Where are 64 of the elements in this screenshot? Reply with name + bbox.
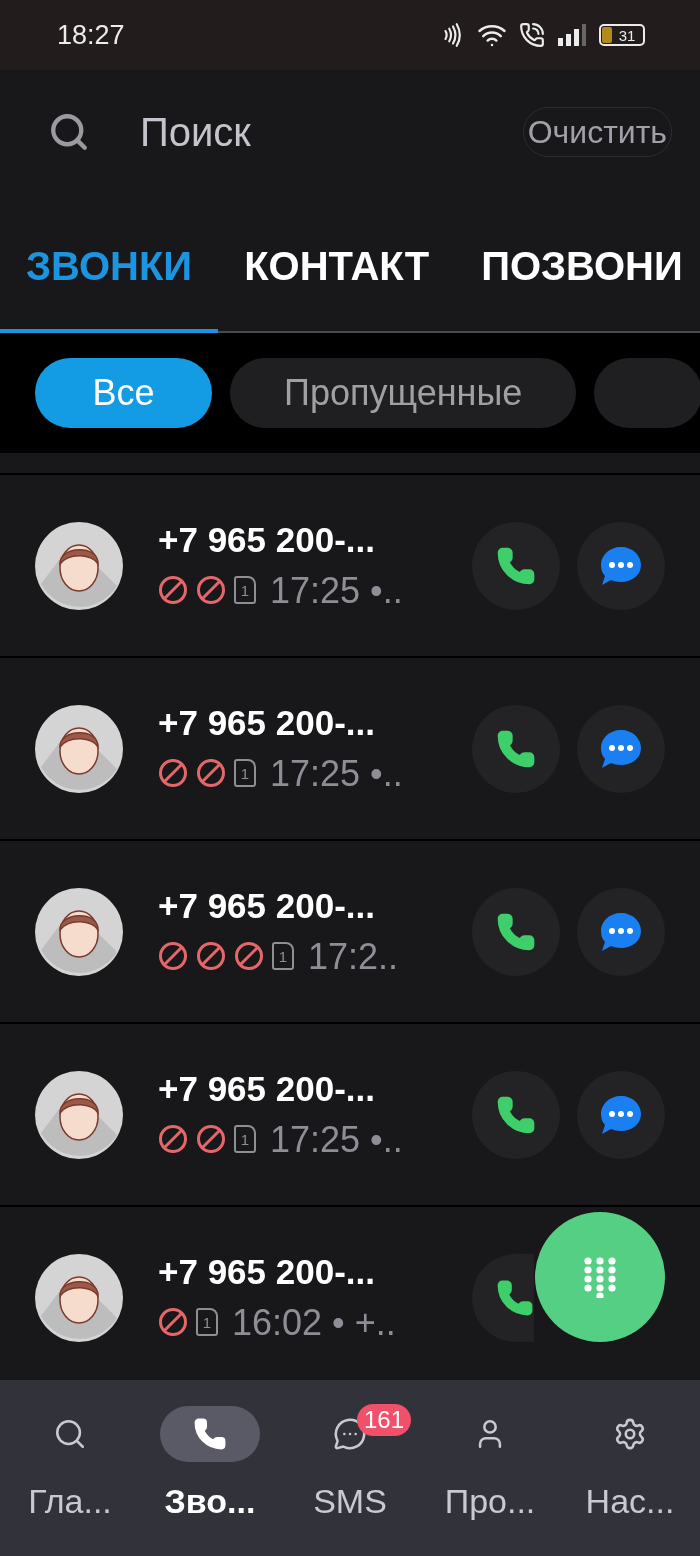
blocked-icon	[234, 941, 264, 972]
avatar-icon	[35, 887, 123, 976]
call-details: 17:25 •..	[270, 751, 403, 796]
tab[interactable]: ПОЗВОНИ	[455, 233, 700, 333]
chat-bubble-icon	[599, 1093, 643, 1136]
wifi-call-icon	[519, 22, 545, 48]
phone-icon	[496, 911, 536, 952]
blocked-icon	[158, 941, 188, 972]
call-details: 17:25 •..	[270, 1117, 403, 1162]
signal-icon	[557, 23, 587, 47]
chat-bubble-icon	[599, 544, 643, 587]
blocked-icon	[158, 1307, 188, 1338]
phone-icon	[193, 1417, 227, 1451]
phone-number: +7 965 200-...	[158, 1251, 376, 1294]
dialpad-icon	[582, 1256, 618, 1298]
call-button[interactable]	[472, 1253, 534, 1342]
search-icon	[48, 111, 90, 153]
avatar-icon	[35, 1070, 123, 1159]
chat-bubble-icon	[599, 727, 643, 770]
call-row[interactable]: +7 965 200-... 1 17:2..	[0, 841, 700, 1022]
sim-icon: 1	[196, 1308, 218, 1337]
blocked-icon	[196, 758, 226, 789]
chat-icon	[333, 1417, 367, 1451]
call-details: 16:02 • +..	[232, 1300, 396, 1345]
phone-number: +7 965 200-...	[158, 702, 376, 745]
avatar-icon	[35, 1253, 123, 1342]
nav-item[interactable]: Нас...	[560, 1406, 700, 1527]
sim-icon: 1	[272, 942, 294, 971]
blocked-icon	[196, 1124, 226, 1155]
call-row[interactable]: +7 965 200-... 1 17:25 •..	[0, 475, 700, 656]
avatar-icon	[35, 704, 123, 793]
sim-icon: 1	[234, 759, 256, 788]
status-time: 18:27	[57, 18, 125, 52]
call-details: 17:25 •..	[270, 568, 403, 613]
phone-number: +7 965 200-...	[158, 519, 376, 562]
filter-chip[interactable]: Пропущенные	[230, 358, 577, 428]
sim-icon: 1	[234, 1125, 256, 1154]
phone-icon	[496, 728, 536, 769]
search-icon	[53, 1417, 87, 1451]
sim-icon: 1	[234, 576, 256, 605]
phone-icon	[496, 1094, 536, 1135]
chat-bubble-icon	[599, 910, 643, 953]
nav-item[interactable]: Зво...	[140, 1406, 280, 1527]
settings-icon	[613, 1417, 647, 1451]
blocked-icon	[158, 758, 188, 789]
call-row[interactable]: +7 965 200-... 1 17:25 •..	[0, 658, 700, 839]
blocked-icon	[158, 575, 188, 606]
search-field[interactable]: Поиск	[140, 102, 523, 162]
battery-fill	[602, 27, 612, 43]
avatar-icon	[35, 521, 123, 610]
blocked-icon	[196, 575, 226, 606]
phone-number: +7 965 200-...	[158, 1068, 376, 1111]
nav-item[interactable]: Гла...	[0, 1406, 140, 1527]
call-row[interactable]: +7 965 200-... 1 17:25 •..	[0, 1024, 700, 1205]
battery-level: 31	[618, 27, 636, 43]
phone-icon	[496, 545, 536, 586]
unread-badge: 161	[357, 1404, 412, 1436]
call-details: 17:2..	[308, 934, 399, 979]
nav-item[interactable]: Про...	[420, 1406, 560, 1527]
blocked-icon	[158, 1124, 188, 1155]
blocked-icon	[196, 941, 226, 972]
phone-number: +7 965 200-...	[158, 885, 376, 928]
tab[interactable]: КОНТАКТ	[218, 233, 456, 333]
nav-item[interactable]: 161 SMS	[280, 1406, 420, 1527]
